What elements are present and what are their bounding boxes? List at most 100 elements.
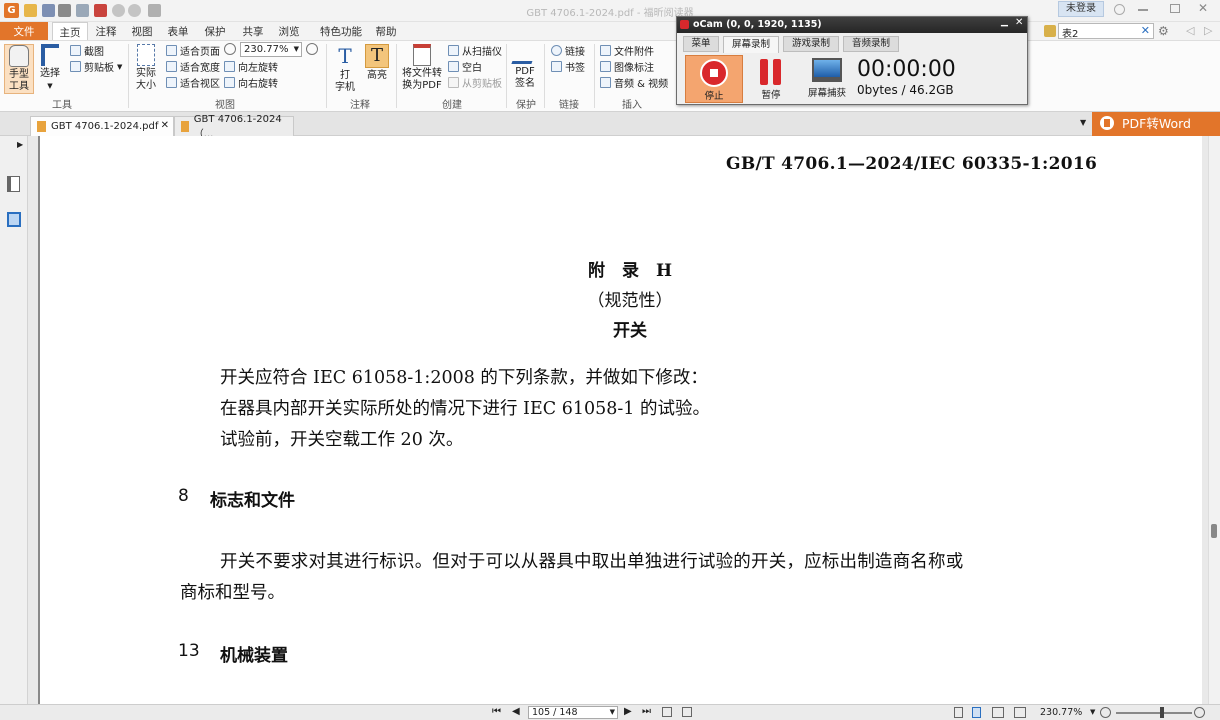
save-icon[interactable] [42,4,55,17]
next-view-icon[interactable] [682,707,692,717]
bookmark-button[interactable]: 书签 [551,59,585,74]
layers-panel-icon[interactable] [7,212,21,227]
convert-pdf-icon [413,44,431,66]
tab-annotate[interactable]: 注释 [90,22,122,40]
close-icon[interactable]: ✕ [1198,1,1208,15]
ocam-close-icon[interactable]: ✕ [1015,17,1023,28]
audio-video-button[interactable]: 音频 & 视频 [600,75,668,90]
doc-tab-active[interactable]: GBT 4706.1-2024.pdf ✕ [30,116,174,136]
redo-icon[interactable] [128,4,141,17]
search-input[interactable]: 表2 ✕ [1058,23,1154,40]
tab-help[interactable]: 帮助 [370,22,402,40]
tab-protect[interactable]: 保护 [199,22,231,40]
next-page-icon[interactable]: ▶ [624,706,632,717]
tab-list-dropdown-icon[interactable]: ▼ [1080,118,1086,127]
zoom-dropdown-icon[interactable]: ▼ [1090,708,1095,716]
ocam-pause-button[interactable]: 暂停 [749,55,793,103]
zoom-slider[interactable] [1116,712,1192,714]
facing-page-icon[interactable] [992,707,1004,718]
pen-sign-icon [511,44,539,64]
bookmark-icon [551,61,562,72]
select-tool-button[interactable]: 选择 ▼ [36,44,64,92]
actual-size-button[interactable]: 实际 大小 [133,44,159,92]
prev-page-icon[interactable]: ◀ [512,706,520,717]
single-page-icon[interactable] [954,707,963,718]
settings-gear-icon[interactable]: ⚙ [1158,24,1169,38]
ocam-capture-button[interactable]: 屏幕捕获 [801,55,853,103]
tab-home[interactable]: 主页 [52,22,88,40]
login-badge[interactable]: 未登录 [1058,1,1104,17]
minimize-icon[interactable] [1138,9,1148,11]
ocam-tab-audio-record[interactable]: 音频录制 [843,36,899,52]
last-page-icon[interactable]: ⏭ [642,706,651,717]
restore-icon[interactable] [1170,4,1180,13]
fit-page-button[interactable]: 适合页面 [166,43,220,58]
group-separator [128,44,129,108]
print-icon[interactable] [58,4,71,17]
fit-width-button[interactable]: 适合宽度 [166,59,220,74]
blank-page-button[interactable]: 空白 [448,59,482,74]
email-icon[interactable] [76,4,89,17]
ocam-minimize-icon[interactable]: ▁ [1001,17,1008,27]
from-scanner-button[interactable]: 从扫描仪 [448,43,502,58]
doc-tab-second[interactable]: GBT 4706.1-2024（... [174,114,294,140]
highlight-button[interactable]: T 高亮 [362,44,392,82]
fit-view-label: 适合视区 [180,79,220,90]
zoom-slider-thumb[interactable] [1160,707,1164,718]
scroll-thumb[interactable] [1211,524,1217,538]
ocam-tab-game-record[interactable]: 游戏录制 [783,36,839,52]
tab-view[interactable]: 视图 [126,22,158,40]
clipboard-button[interactable]: 剪贴板 ▼ [70,59,122,74]
convert-to-pdf-button[interactable]: 将文件转 换为PDF [400,44,444,92]
pdf-to-word-button[interactable]: PDF转Word [1092,112,1220,136]
pdf-sign-button[interactable]: PDF 签名 [510,44,540,90]
fit-view-button[interactable]: 适合视区 [166,75,220,90]
continuous-page-icon[interactable] [972,707,981,718]
undo-icon[interactable] [112,4,125,17]
rotate-left-button[interactable]: 向左旋转 [224,59,278,74]
tab-share[interactable]: 共享 [237,22,269,40]
close-tab-icon[interactable]: ✕ [161,120,169,131]
link-button[interactable]: 链接 [551,43,585,58]
doc-tab-label: GBT 4706.1-2024.pdf [51,121,159,132]
prev-view-icon[interactable] [662,707,672,717]
expand-pane-icon[interactable]: ▶ [17,140,23,149]
ocam-tab-screen-record[interactable]: 屏幕录制 [723,36,779,53]
page-number-input[interactable]: 105 / 148 ▼ [528,706,618,719]
vertical-scrollbar[interactable] [1208,136,1220,704]
ocam-tab-menu[interactable]: 菜单 [683,36,719,52]
help-icon[interactable] [1114,4,1125,15]
zoom-out-icon[interactable] [224,43,236,55]
zoom-level[interactable]: 230.77% [1040,707,1082,718]
ocam-stop-button[interactable]: 停止 [685,55,743,103]
tab-form[interactable]: 表单 [162,22,194,40]
media-icon [600,77,611,88]
group-label-protect: 保护 [516,100,536,111]
attach-icon[interactable] [94,4,107,17]
pages-panel-icon[interactable] [7,176,20,192]
zoom-in-icon[interactable] [1194,707,1205,718]
zoom-out-icon[interactable] [1100,707,1111,718]
nav-forward-icon[interactable]: ▷ [1204,24,1212,37]
tab-special-features[interactable]: 特色功能 [313,22,369,40]
search-icon[interactable] [1044,25,1056,37]
continuous-facing-icon[interactable] [1014,707,1026,718]
image-icon [600,61,611,72]
zoom-select[interactable]: 230.77% ▼ [240,42,302,57]
snapshot-button[interactable]: 截图 [70,43,104,58]
open-icon[interactable] [24,4,37,17]
zoom-in-icon[interactable] [306,43,318,55]
hand-quick-icon[interactable] [148,4,161,17]
from-clipboard-button[interactable]: 从剪贴板 [448,75,502,90]
nav-back-icon[interactable]: ◁ [1186,24,1194,37]
image-annotation-button[interactable]: 图像标注 [600,59,654,74]
tab-file[interactable]: 文件 [0,22,48,40]
app-logo-icon: G [4,3,19,18]
rotate-right-button[interactable]: 向右旋转 [224,75,278,90]
tab-browse[interactable]: 浏览 [273,22,305,40]
first-page-icon[interactable]: ⏮ [492,706,501,717]
hand-tool-button[interactable]: 手型 工具 [4,44,34,94]
file-attachment-button[interactable]: 文件附件 [600,43,654,58]
typewriter-button[interactable]: T 打 字机 [331,44,359,94]
clear-search-icon[interactable]: ✕ [1141,24,1150,37]
